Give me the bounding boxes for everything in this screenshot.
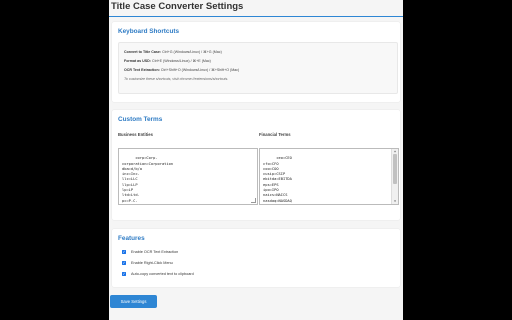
shortcut-ocr: OCR Text Extraction: Ctrl+Shift+O (Windo… xyxy=(124,68,239,72)
settings-page: Title Case Converter Settings Keyboard S… xyxy=(109,0,403,320)
check-icon: ✓ xyxy=(122,272,126,276)
features-card: Features ✓ Enable OCR Text Extraction ✓ … xyxy=(112,229,400,287)
financial-terms-label: Financial Terms xyxy=(259,132,291,137)
page-title: Title Case Converter Settings xyxy=(111,1,244,12)
checkbox-ocr[interactable]: ✓ xyxy=(122,250,126,254)
scroll-thumb[interactable] xyxy=(393,154,397,184)
keyboard-shortcuts-card: Keyboard Shortcuts Convert to Title Case… xyxy=(112,22,400,102)
shortcut-customize-note: To customize these shortcuts, visit chro… xyxy=(124,77,229,81)
business-entities-textarea[interactable]: corp=Corp. corporation=Corporation dba=d… xyxy=(118,148,258,205)
financial-terms-text: ceo=CEO cfo=CFO coo=COO cusip=CSIP ebitd… xyxy=(263,156,292,204)
shortcut-label: Convert to Title Case: xyxy=(124,50,162,54)
business-entities-label: Business Entities xyxy=(118,132,153,137)
shortcut-list: Convert to Title Case: Ctrl+G (Windows/L… xyxy=(118,42,398,94)
shortcut-title-case: Convert to Title Case: Ctrl+G (Windows/L… xyxy=(124,50,222,54)
check-icon: ✓ xyxy=(122,261,126,265)
feature-auto-copy-label: Auto-copy converted text to clipboard xyxy=(131,272,194,276)
shortcut-keys: Ctrl+G (Windows/Linux) / ⌘+G (Mac) xyxy=(162,50,222,54)
resize-handle[interactable] xyxy=(251,198,256,203)
custom-terms-heading: Custom Terms xyxy=(118,116,163,123)
check-icon: ✓ xyxy=(122,250,126,254)
custom-terms-card: Custom Terms Business Entities corp=Corp… xyxy=(112,110,400,220)
feature-ocr-label: Enable OCR Text Extraction xyxy=(131,250,179,254)
features-heading: Features xyxy=(118,235,145,242)
feature-right-click[interactable]: ✓ Enable Right-Click Menu xyxy=(122,260,173,266)
shortcut-keys: Ctrl+Shift+O (Windows/Linux) / ⌘+Shift+O… xyxy=(160,68,240,72)
keyboard-shortcuts-heading: Keyboard Shortcuts xyxy=(118,28,180,35)
financial-terms-scrollbar[interactable]: ▲ ▼ xyxy=(391,149,398,204)
shortcut-format-usd: Format as USD: Ctrl+E (Windows/Linux) / … xyxy=(124,59,211,63)
shortcut-label: OCR Text Extraction: xyxy=(124,68,160,72)
shortcut-keys: Ctrl+E (Windows/Linux) / ⌘+E (Mac) xyxy=(151,59,211,63)
scroll-down-icon[interactable]: ▼ xyxy=(392,199,398,204)
title-divider xyxy=(109,16,403,17)
financial-terms-textarea[interactable]: ceo=CEO cfo=CFO coo=COO cusip=CSIP ebitd… xyxy=(259,148,399,205)
checkbox-right-click[interactable]: ✓ xyxy=(122,261,126,265)
checkbox-auto-copy[interactable]: ✓ xyxy=(122,272,126,276)
feature-auto-copy[interactable]: ✓ Auto-copy converted text to clipboard xyxy=(122,271,194,277)
business-entities-text: corp=Corp. corporation=Corporation dba=d… xyxy=(122,156,174,204)
feature-ocr[interactable]: ✓ Enable OCR Text Extraction xyxy=(122,249,178,255)
save-settings-button[interactable]: Save Settings xyxy=(110,295,157,308)
feature-right-click-label: Enable Right-Click Menu xyxy=(131,261,173,265)
shortcut-label: Format as USD: xyxy=(124,59,151,63)
